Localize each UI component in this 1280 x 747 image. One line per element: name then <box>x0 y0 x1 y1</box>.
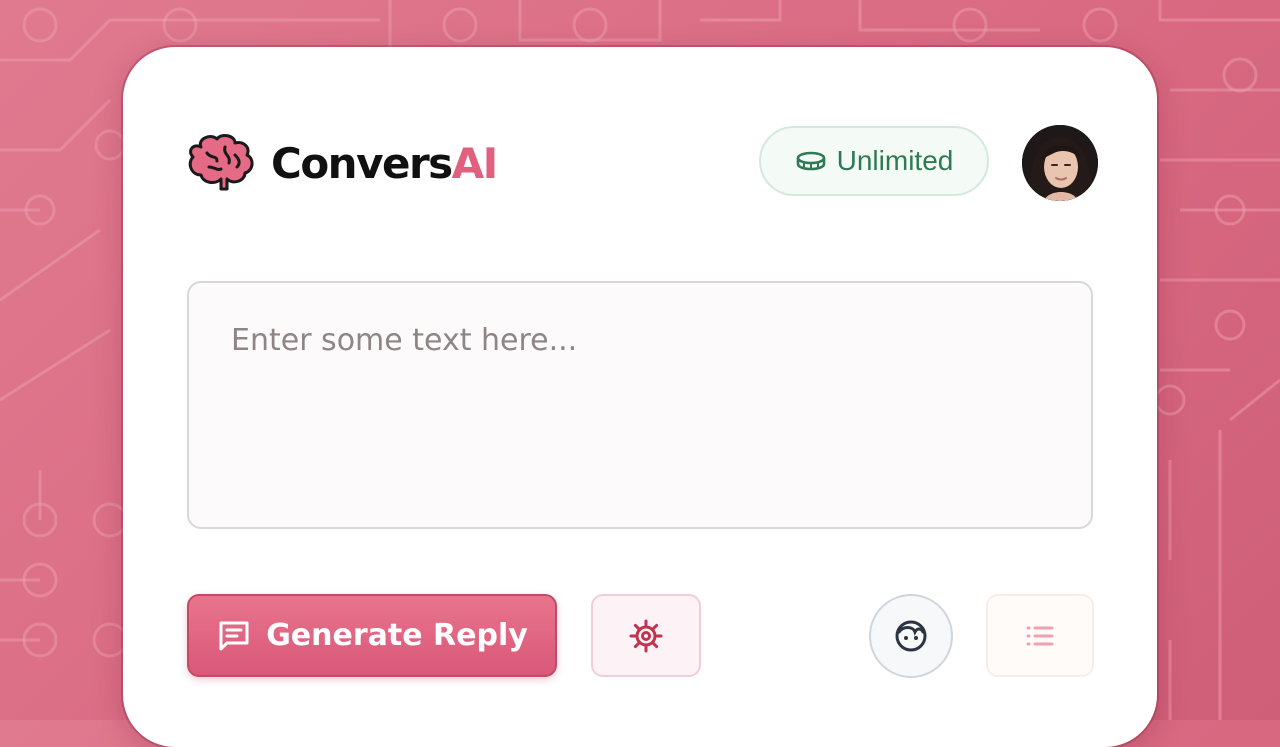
avatar-image <box>1022 125 1098 201</box>
message-input[interactable] <box>187 281 1093 529</box>
message-icon <box>219 621 249 650</box>
persona-button[interactable] <box>869 594 953 678</box>
gear-icon <box>629 619 663 652</box>
generate-reply-button[interactable]: Generate Reply <box>187 594 557 677</box>
coin-icon <box>796 151 825 171</box>
plan-badge[interactable]: Unlimited <box>759 126 989 196</box>
app-logo: ConversAI <box>187 133 499 193</box>
history-button[interactable] <box>986 594 1094 677</box>
app-name: ConversAI <box>271 138 499 188</box>
app-name-part1: Convers <box>271 138 453 188</box>
user-avatar[interactable] <box>1022 125 1098 201</box>
generate-reply-label: Generate Reply <box>266 618 528 653</box>
brain-icon <box>188 134 254 191</box>
list-icon <box>1026 626 1054 645</box>
face-icon <box>895 620 927 652</box>
plan-badge-label: Unlimited <box>836 145 954 176</box>
app-name-part2: AI <box>451 138 499 188</box>
settings-button[interactable] <box>591 594 701 677</box>
main-card: ConversAI Unlimited Generate Reply <box>123 47 1157 747</box>
